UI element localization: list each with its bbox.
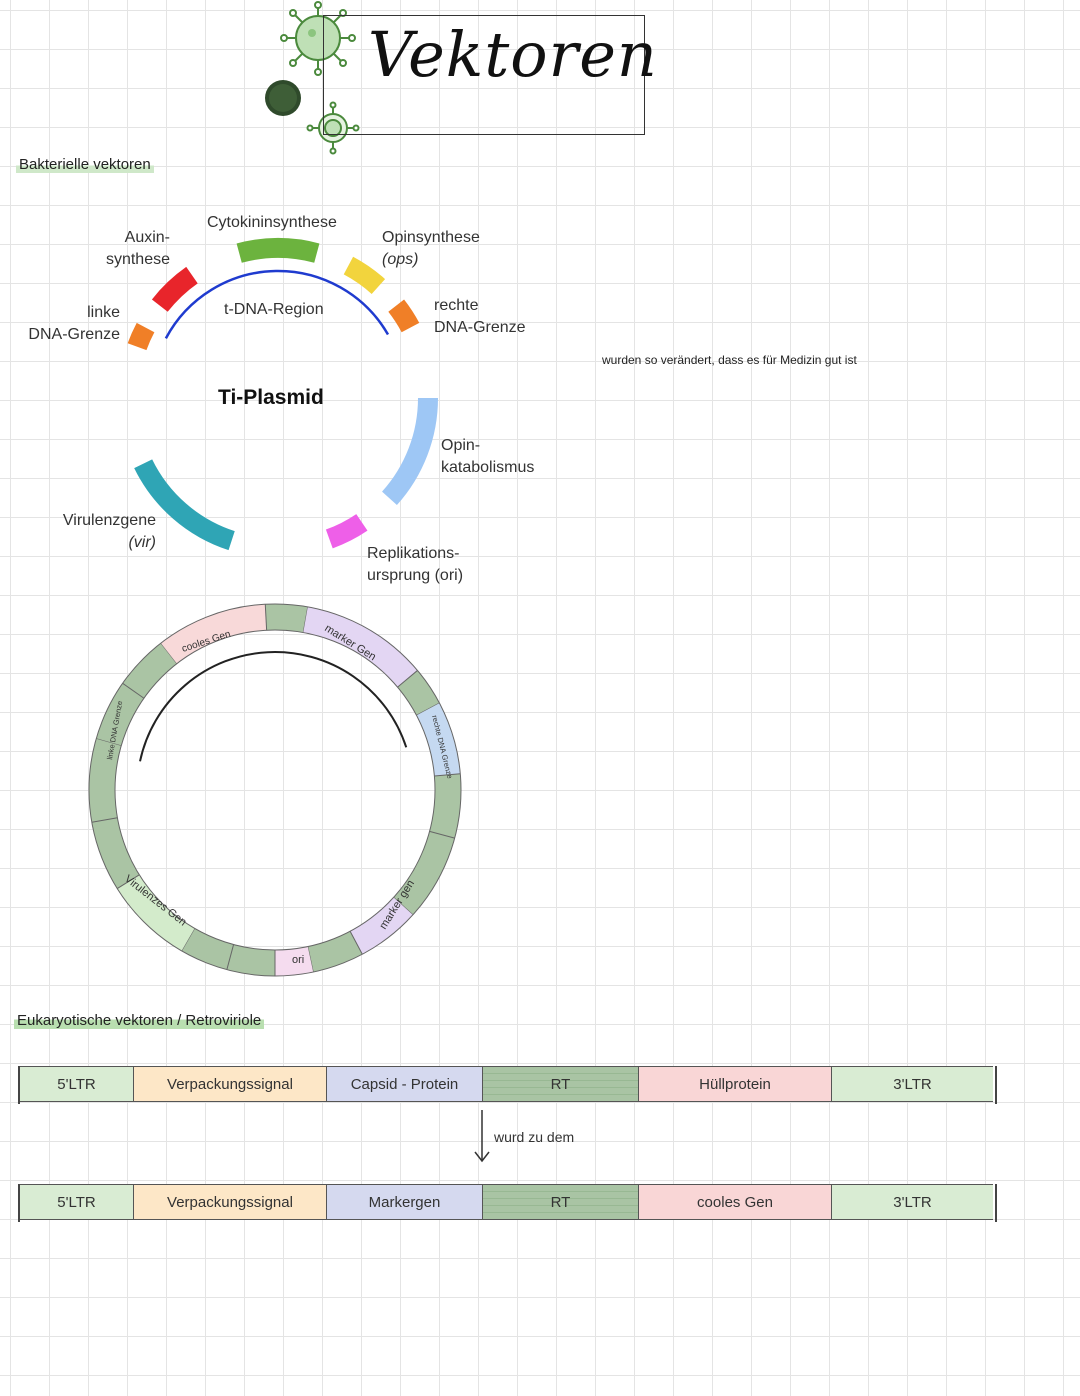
- ring-segment-opin-katabolismus: [381, 397, 438, 506]
- ring-segment-backbone-c: [265, 604, 308, 633]
- ring-segment-backbone-h: [226, 944, 276, 976]
- ring-segment-left-border: [127, 322, 155, 351]
- label-right-border: rechte DNA-Grenze: [434, 295, 526, 339]
- original-segment-1: Verpackungssignal: [133, 1066, 326, 1102]
- plasmid-title: Ti-Plasmid: [218, 386, 324, 409]
- ring-segment-virulenzgene: [134, 459, 235, 551]
- ring-segment-backbone-g: [307, 931, 363, 972]
- modified-t-dna-arc: [139, 651, 408, 762]
- label-right-border-line1: rechte: [434, 297, 479, 314]
- label-opinsynthese: Opinsynthese (ops): [382, 227, 480, 271]
- label-opin-kat-line1: Opin-: [441, 437, 481, 454]
- label-left-border-line2: DNA-Grenze: [28, 326, 120, 343]
- modified-segment-2: Markergen: [326, 1184, 482, 1220]
- ring-segment-backbone-b: [122, 643, 177, 699]
- section-heading-bacterial: Bakterielle vektoren: [16, 156, 154, 173]
- down-arrow-icon: [474, 1110, 490, 1163]
- modified-plasmid-ring: cooles Gen marker Gen rechte DNA Grenze …: [88, 603, 462, 977]
- ring-segment-right-border: [388, 299, 420, 333]
- modified-segment-3: RT: [482, 1184, 638, 1220]
- original-segment-2: Capsid - Protein: [326, 1066, 482, 1102]
- original-segment-4: Hüllprotein: [638, 1066, 831, 1102]
- ring-segment-auxin: [151, 266, 198, 313]
- label-vir-line1: Virulenzgene: [62, 512, 156, 529]
- ring-segment-opinsynthese: [343, 256, 386, 295]
- original-segment-3: RT: [482, 1066, 638, 1102]
- label-opin-kat-line2: katabolismus: [441, 459, 535, 476]
- modified-segment-5: 3'LTR: [831, 1184, 993, 1220]
- virus-icon-dark: [265, 80, 301, 116]
- retrovirus-original-strip: 5'LTR Verpackungssignal Capsid - Protein RT…: [18, 1066, 997, 1104]
- original-segment-5: 3'LTR: [831, 1066, 993, 1102]
- arrow-label: wurd zu dem: [494, 1129, 575, 1145]
- label-ori-ring: ori: [292, 954, 304, 966]
- label-opinsynthese-line1: Opinsynthese: [382, 229, 480, 246]
- label-auxin-line1: Auxin-: [124, 229, 170, 246]
- label-cytokinin: Cytokininsynthese: [207, 214, 337, 231]
- ring-segment-backbone-i: [182, 928, 234, 970]
- ring-segment-cytokinin: [236, 238, 320, 263]
- section-heading-eukaryotic: Eukaryotische vektoren / Retroviriole: [14, 1012, 265, 1029]
- label-vir-abbr: (vir): [128, 534, 156, 551]
- label-auxin: Auxin- synthese: [96, 227, 170, 271]
- label-virulenzgene: Virulenzgene (vir): [40, 510, 156, 554]
- side-note: wurden so verändert, dass es für Medizin…: [602, 353, 857, 367]
- label-left-border-line1: linke: [87, 304, 120, 321]
- page-title: Vektoren: [368, 18, 658, 91]
- modified-segment-4: cooles Gen: [638, 1184, 831, 1220]
- retrovirus-modified-strip: 5'LTR Verpackungssignal Markergen RT cooles …: [18, 1184, 997, 1222]
- label-opin-katabolismus: Opin- katabolismus: [441, 435, 534, 479]
- label-left-border: linke DNA-Grenze: [10, 302, 120, 346]
- modified-segment-1: Verpackungssignal: [133, 1184, 326, 1220]
- label-auxin-line2: synthese: [105, 251, 170, 268]
- label-opinsynthese-abbr: (ops): [382, 251, 419, 268]
- original-segment-0: 5'LTR: [20, 1066, 133, 1102]
- modified-segment-0: 5'LTR: [20, 1184, 133, 1220]
- ring-segment-ori: [325, 513, 368, 549]
- t-dna-region-label: t-DNA-Region: [224, 301, 324, 318]
- ring-segment-backbone-e: [429, 773, 461, 839]
- label-ori-line1: Replikations-: [367, 545, 460, 562]
- label-right-border-line2: DNA-Grenze: [434, 319, 526, 336]
